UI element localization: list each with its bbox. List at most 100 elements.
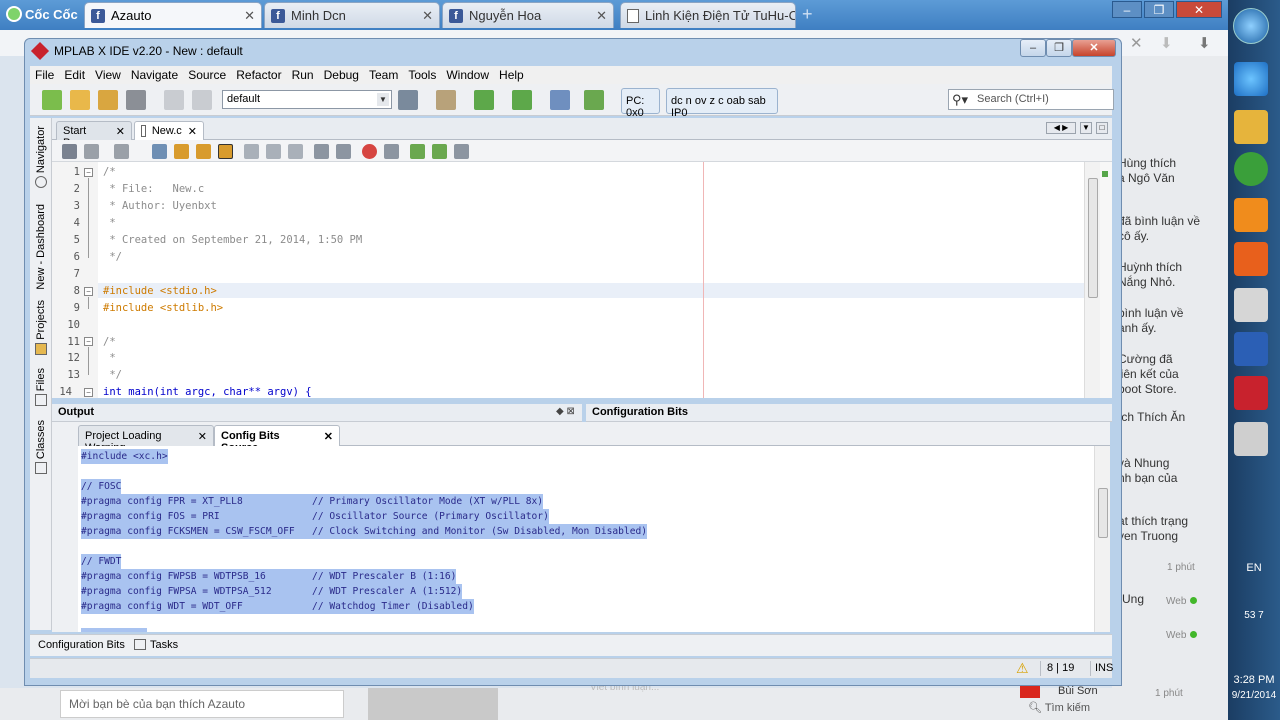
feed-user[interactable]: Ung [1122, 592, 1144, 607]
find-next-icon[interactable] [196, 144, 211, 159]
close-tab-icon[interactable]: ✕ [422, 8, 433, 24]
editor-scrollbar[interactable] [1084, 162, 1100, 398]
invite-friends-box[interactable]: Mời bạn bè của bạn thích Azauto [60, 690, 344, 718]
menu-navigate[interactable]: Navigate [126, 68, 183, 82]
save-all-icon[interactable] [126, 90, 146, 110]
feed-item[interactable]: Hùng thích a Ngô Văn [1118, 156, 1176, 186]
camera-icon[interactable] [1234, 422, 1268, 456]
menu-file[interactable]: File [30, 68, 59, 82]
back-icon[interactable] [84, 144, 99, 159]
tab-configuration-bits[interactable]: Configuration Bits [38, 639, 125, 651]
redo-icon[interactable] [192, 90, 212, 110]
read-device-icon[interactable] [512, 90, 532, 110]
menu-debug[interactable]: Debug [319, 68, 364, 82]
close-tab-icon[interactable]: ✕ [596, 8, 607, 24]
program-device-icon[interactable] [474, 90, 494, 110]
tab-config-bits-source[interactable]: Config Bits Source ✕ [214, 425, 340, 454]
tab-tasks[interactable]: Tasks [134, 639, 178, 651]
clock-time[interactable]: 3:28 PM [1228, 674, 1280, 686]
feed-item[interactable]: at thích trạng yen Truong [1118, 514, 1188, 544]
menu-refactor[interactable]: Refactor [231, 68, 286, 82]
new-tab-icon[interactable]: + [802, 4, 826, 24]
build-icon[interactable] [398, 90, 418, 110]
maximize-editor-icon[interactable]: □ [1096, 122, 1108, 134]
browser-brand[interactable]: Cốc Cốc [6, 4, 82, 24]
debug-project-icon[interactable] [584, 90, 604, 110]
fold-toggle-icon[interactable]: − [84, 168, 93, 177]
media-player-icon[interactable] [1234, 198, 1268, 232]
browser-tab[interactable]: f Azauto ✕ [84, 2, 262, 28]
chat-user[interactable]: Bùi Sơn [1058, 684, 1098, 699]
tab-list-icon[interactable]: ▼ [1080, 122, 1092, 134]
hold-reset-icon[interactable] [550, 90, 570, 110]
shift-right-icon[interactable] [336, 144, 351, 159]
ie-icon[interactable] [1234, 62, 1268, 96]
app-icon[interactable] [1234, 288, 1268, 322]
feed-item[interactable]: bình luận về anh ấy. [1118, 306, 1183, 336]
stop-macro-icon[interactable] [384, 144, 399, 159]
browser-tab[interactable]: f Nguyễn Hoa ✕ [442, 2, 614, 28]
warning-icon[interactable]: ⚠ [1016, 660, 1029, 677]
download-icon[interactable]: ⬇ [1160, 34, 1173, 52]
new-file-icon[interactable] [42, 90, 62, 110]
feed-item[interactable]: Huỳnh thích Nắng Nhỏ. [1118, 260, 1182, 290]
side-tab-classes[interactable]: Classes [30, 420, 52, 475]
fold-toggle-icon[interactable]: − [84, 388, 93, 397]
minimize-icon[interactable]: – [1112, 1, 1142, 18]
fold-toggle-icon[interactable]: − [84, 287, 93, 296]
fold-toggle-icon[interactable]: − [84, 337, 93, 346]
explorer-icon[interactable] [1234, 110, 1268, 144]
tab-project-loading-warning[interactable]: Project Loading Warning ✕ [78, 425, 214, 454]
menu-team[interactable]: Team [364, 68, 403, 82]
side-tab-projects[interactable]: Projects [30, 300, 52, 355]
side-tab-navigator[interactable]: Navigator [30, 126, 52, 189]
feed-item[interactable]: đã bình luận về cô ấy. [1118, 214, 1200, 244]
scroll-thumb[interactable] [1098, 488, 1108, 538]
uncomment-icon[interactable] [432, 144, 447, 159]
new-project-icon[interactable] [70, 90, 90, 110]
open-project-icon[interactable] [98, 90, 118, 110]
feed-item[interactable]: Cường đã liên kết của boot Store. [1118, 352, 1179, 397]
undo-icon[interactable] [164, 90, 184, 110]
menu-window[interactable]: Window [441, 68, 494, 82]
menu-run[interactable]: Run [287, 68, 319, 82]
tab-start-page[interactable]: Start Page ✕ [56, 121, 132, 149]
menu-help[interactable]: Help [494, 68, 529, 82]
word-icon[interactable] [1234, 332, 1268, 366]
close-tab-icon[interactable]: ✕ [244, 8, 255, 24]
prev-bookmark-icon[interactable] [244, 144, 259, 159]
side-tab-files[interactable]: Files [30, 368, 52, 407]
menu-source[interactable]: Source [183, 68, 231, 82]
toggle-highlight-icon[interactable] [218, 144, 233, 159]
config-dropdown[interactable]: default ▼ [222, 90, 392, 109]
tab-new-c[interactable]: New.c ✕ [134, 121, 204, 140]
find-prev-icon[interactable] [174, 144, 189, 159]
menu-view[interactable]: View [90, 68, 126, 82]
comment-icon[interactable] [410, 144, 425, 159]
close-icon[interactable]: ✕ [324, 430, 333, 443]
source-history-icon[interactable] [62, 144, 77, 159]
chat-search[interactable]: 🔍︎ Tìm kiếm [1028, 701, 1090, 716]
browser-tab[interactable]: Linh Kiện Điện Tử TuHu-C✕ [620, 2, 796, 28]
menu-tools[interactable]: Tools [403, 68, 441, 82]
shift-left-icon[interactable] [314, 144, 329, 159]
close-window-icon[interactable]: ✕ [1176, 1, 1222, 18]
restore-icon[interactable]: ❐ [1144, 1, 1174, 18]
find-icon[interactable] [152, 144, 167, 159]
menu-icon[interactable]: ⬇ [1198, 34, 1211, 52]
coccoc-taskbar-icon[interactable] [1234, 152, 1268, 186]
clock-date[interactable]: 9/21/2014 [1228, 690, 1280, 701]
forward-icon[interactable] [114, 144, 129, 159]
tools-icon[interactable]: ✕ [1130, 34, 1143, 52]
start-button[interactable] [1233, 8, 1269, 44]
scroll-tabs-icon[interactable]: ◀ ▶ [1046, 122, 1076, 134]
search-input[interactable]: ⚲▾ Search (Ctrl+I) [948, 89, 1114, 110]
pdf-icon[interactable] [1234, 242, 1268, 276]
feed-item[interactable]: ích Thích Ăn [1118, 410, 1185, 425]
menu-edit[interactable]: Edit [59, 68, 90, 82]
language-indicator[interactable]: EN [1228, 562, 1280, 574]
close-icon[interactable]: ✕ [198, 430, 207, 443]
window-close-icon[interactable]: ✕ [1072, 39, 1116, 57]
scroll-thumb[interactable] [1088, 178, 1098, 298]
window-maximize-icon[interactable]: ❐ [1046, 39, 1072, 57]
